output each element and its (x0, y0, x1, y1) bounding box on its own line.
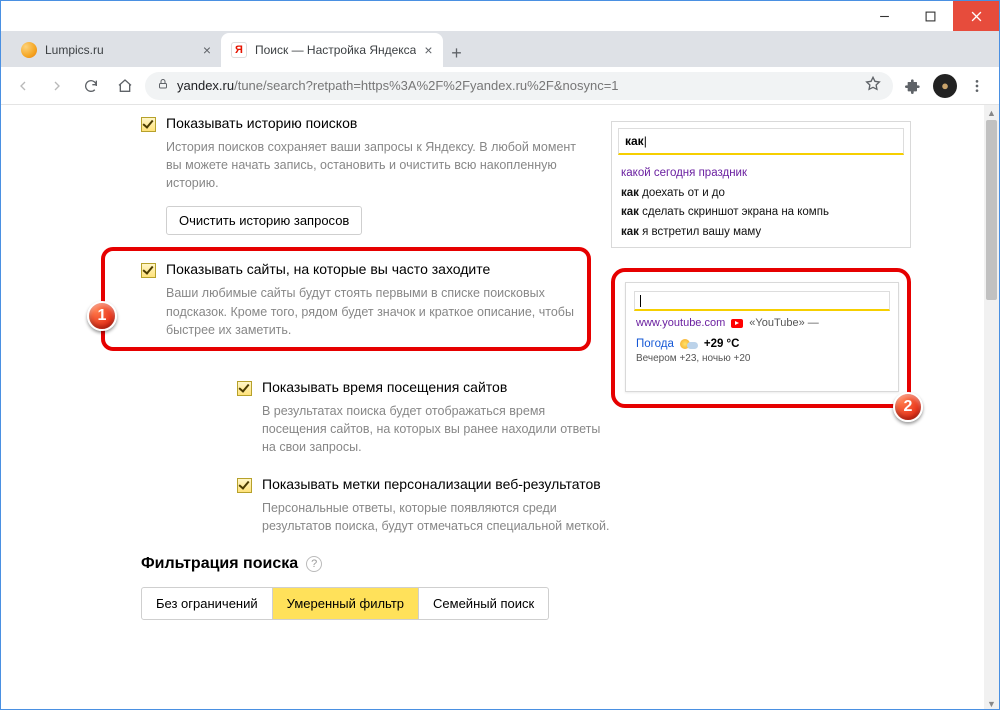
extensions-button[interactable] (899, 72, 927, 100)
preview-weather-row: Погода +29 °C (626, 329, 898, 353)
new-tab-button[interactable]: + (443, 39, 471, 67)
preview-search-input (634, 291, 890, 311)
preview-frequent-sites: www.youtube.com «YouTube» — Погода +29 °… (625, 282, 899, 392)
filter-option-moderate[interactable]: Умеренный фильтр (273, 587, 419, 620)
profile-avatar[interactable]: ● (933, 74, 957, 98)
preview-site-row: www.youtube.com «YouTube» — (626, 317, 898, 329)
nav-forward-button[interactable] (43, 72, 71, 100)
suggest-row: как сделать скриншот экрана на компь (621, 203, 902, 223)
browser-tab-active[interactable]: Я Поиск — Настройка Яндекса × (221, 33, 443, 67)
suggest-row: как доехать от и до (621, 184, 902, 204)
checkbox[interactable] (141, 263, 156, 278)
filter-option-family[interactable]: Семейный поиск (419, 587, 549, 620)
setting-show-frequent-sites: 1 Показывать сайты, на которые вы часто … (141, 261, 611, 338)
suggest-row: как я встретил вашу маму (621, 223, 902, 243)
app-window: Lumpics.ru × Я Поиск — Настройка Яндекса… (0, 0, 1000, 710)
preview-frequent-sites-wrap: www.youtube.com «YouTube» — Погода +29 °… (611, 268, 911, 408)
weather-icon (680, 337, 698, 351)
youtube-icon (731, 319, 743, 328)
url-text: yandex.ru/tune/search?retpath=https%3A%2… (177, 78, 857, 93)
setting-title: Показывать сайты, на которые вы часто за… (166, 261, 490, 277)
browser-toolbar: yandex.ru/tune/search?retpath=https%3A%2… (1, 67, 999, 105)
favicon-icon: Я (231, 42, 247, 58)
filter-segmented-control: Без ограничений Умеренный фильтр Семейны… (141, 587, 611, 620)
browser-tab-inactive[interactable]: Lumpics.ru × (11, 33, 221, 67)
setting-description: Ваши любимые сайты будут стоять первыми … (166, 284, 586, 338)
star-icon[interactable] (865, 76, 881, 95)
filter-option-none[interactable]: Без ограничений (141, 587, 273, 620)
window-minimize-button[interactable] (861, 1, 907, 31)
checkbox[interactable] (237, 478, 252, 493)
setting-description: В результатах поиска будет отображаться … (262, 402, 611, 456)
preview-search-input: как| (618, 128, 904, 155)
window-titlebar (1, 1, 999, 31)
tab-title: Поиск — Настройка Яндекса (255, 43, 416, 57)
tab-title: Lumpics.ru (45, 43, 195, 57)
setting-show-visit-time: Показывать время посещения сайтов В резу… (141, 379, 611, 456)
nav-reload-button[interactable] (77, 72, 105, 100)
setting-show-personalization-labels: Показывать метки персонализации веб-резу… (141, 476, 611, 535)
preview-suggest-list: какой сегодня праздник как доехать от и … (612, 161, 910, 247)
setting-description: История поисков сохраняет ваши запросы к… (166, 138, 586, 192)
preview-weather-sub: Вечером +23, ночью +20 (626, 353, 898, 370)
page-content: Показывать историю поисков История поиск… (1, 105, 999, 710)
setting-description: Персональные ответы, которые появляются … (262, 499, 611, 535)
favicon-icon (21, 42, 37, 58)
tab-close-icon[interactable]: × (424, 43, 432, 57)
address-bar[interactable]: yandex.ru/tune/search?retpath=https%3A%2… (145, 72, 893, 100)
annotation-marker-2: 2 (893, 392, 923, 422)
window-close-button[interactable] (953, 1, 999, 31)
browser-menu-button[interactable] (963, 72, 991, 100)
checkbox[interactable] (237, 381, 252, 396)
nav-home-button[interactable] (111, 72, 139, 100)
preview-search-suggest: как| какой сегодня праздник как доехать … (611, 121, 911, 248)
tab-close-icon[interactable]: × (203, 43, 211, 57)
setting-title: Показывать метки персонализации веб-резу… (262, 476, 601, 492)
lock-icon (157, 77, 169, 94)
help-icon[interactable]: ? (306, 556, 322, 572)
vertical-scrollbar[interactable]: ▲ ▼ (984, 105, 999, 710)
browser-tabstrip: Lumpics.ru × Я Поиск — Настройка Яндекса… (1, 31, 999, 67)
suggest-row: какой сегодня праздник (621, 164, 902, 184)
nav-back-button[interactable] (9, 72, 37, 100)
setting-title: Показывать историю поисков (166, 115, 357, 131)
setting-title: Показывать время посещения сайтов (262, 379, 507, 395)
clear-history-button[interactable]: Очистить историю запросов (166, 206, 362, 235)
checkbox[interactable] (141, 117, 156, 132)
filter-section-heading: Фильтрация поиска ? (141, 555, 611, 573)
scroll-up-button[interactable]: ▲ (984, 105, 999, 120)
setting-show-history: Показывать историю поисков История поиск… (141, 115, 611, 235)
scroll-thumb[interactable] (986, 120, 997, 300)
window-maximize-button[interactable] (907, 1, 953, 31)
scroll-down-button[interactable]: ▼ (984, 696, 999, 710)
